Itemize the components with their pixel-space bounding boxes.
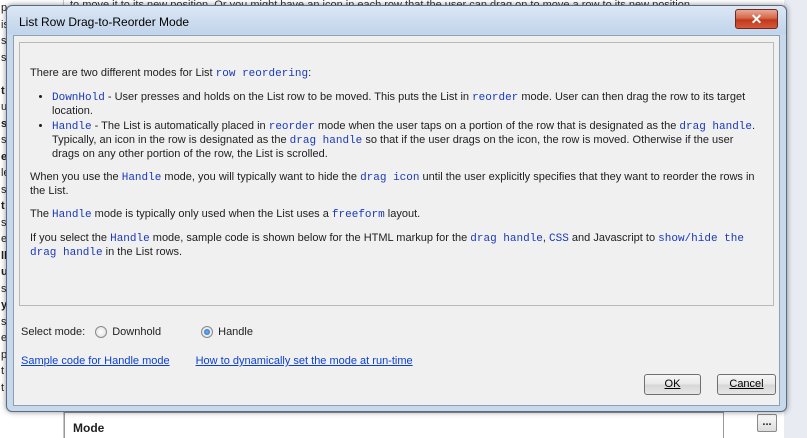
radio-downhold-circle[interactable] <box>95 326 108 338</box>
dynamic-mode-link[interactable]: How to dynamically set the mode at run-t… <box>196 355 413 367</box>
description-panel: There are two different modes for List r… <box>19 42 774 306</box>
code-drag-handle: drag handle <box>470 233 543 245</box>
text: mode, sample code is shown below for the… <box>149 232 471 244</box>
dialog-client: There are two different modes for List r… <box>13 35 780 406</box>
code-freeform: freeform <box>331 209 385 221</box>
freeform-paragraph: The Handle mode is typically only used w… <box>30 208 763 222</box>
background-bottom-panel: Mode <box>64 412 724 438</box>
intro-text: There are two different modes for List <box>30 67 216 79</box>
cancel-button-label: Cancel <box>729 378 764 390</box>
sample-code-paragraph: If you select the Handle mode, sample co… <box>30 232 763 260</box>
text: - The List is automatically placed in <box>91 120 269 132</box>
text: The <box>30 208 53 220</box>
intro-end: : <box>308 67 312 79</box>
ok-button-label: OK <box>664 378 681 390</box>
dialog-title: List Row Drag-to-Reorder Mode <box>19 15 190 29</box>
reorder-mode-dialog: List Row Drag-to-Reorder Mode ✕ There ar… <box>6 5 787 412</box>
close-button[interactable]: ✕ <box>735 9 778 29</box>
text: mode when the user taps on a portion of … <box>314 120 680 132</box>
select-mode-label: Select mode: <box>21 326 86 338</box>
mode-list: DownHold - User presses and holds on the… <box>30 91 763 161</box>
code-row-reordering: row reordering <box>215 68 309 80</box>
intro-paragraph: There are two different modes for List r… <box>30 67 763 81</box>
code-drag-handle: drag handle <box>679 121 753 133</box>
code-handle: Handle <box>52 121 92 133</box>
radio-downhold[interactable]: Downhold <box>95 326 161 338</box>
code-drag-icon: drag icon <box>360 172 420 184</box>
dialog-titlebar[interactable]: List Row Drag-to-Reorder Mode ✕ <box>7 6 786 34</box>
code-css: CSS <box>549 233 569 245</box>
mode-header: Mode <box>73 421 105 435</box>
hide-icon-paragraph: When you use the Handle mode, you will t… <box>30 171 763 198</box>
ok-button[interactable]: OK <box>644 374 701 395</box>
code-reorder: reorder <box>472 92 519 104</box>
text: and Javascript to <box>568 232 659 244</box>
radio-handle-label[interactable]: Handle <box>218 326 253 338</box>
radio-handle[interactable]: Handle <box>201 326 253 338</box>
code-downhold: DownHold <box>52 92 105 104</box>
list-item-downhold: DownHold - User presses and holds on the… <box>52 91 763 118</box>
background-ellipsis-button[interactable]: ... <box>757 414 777 432</box>
text: mode is typically only used when the Lis… <box>91 208 332 220</box>
code-handle: Handle <box>121 172 162 184</box>
help-links: Sample code for Handle mode How to dynam… <box>21 355 413 367</box>
radio-handle-circle[interactable] <box>201 326 214 338</box>
text: When you use the <box>30 171 122 183</box>
text: mode, you will typically want to hide th… <box>161 171 361 183</box>
text: layout. <box>384 208 421 220</box>
text: in the List rows. <box>102 246 183 258</box>
code-reorder: reorder <box>268 121 315 133</box>
list-item-handle: Handle - The List is automatically place… <box>52 120 763 161</box>
close-icon: ✕ <box>750 11 763 27</box>
text: If you select the <box>30 232 111 244</box>
text: - User presses and holds on the List row… <box>104 91 473 103</box>
sample-code-link[interactable]: Sample code for Handle mode <box>21 355 170 367</box>
code-handle: Handle <box>52 209 92 221</box>
select-mode-row: Select mode: Downhold Handle <box>21 326 253 338</box>
background-right-edge <box>784 0 807 438</box>
cancel-button[interactable]: Cancel <box>717 374 776 395</box>
code-drag-handle: drag handle <box>289 135 363 147</box>
radio-downhold-label[interactable]: Downhold <box>112 326 161 338</box>
code-handle: Handle <box>110 233 150 245</box>
